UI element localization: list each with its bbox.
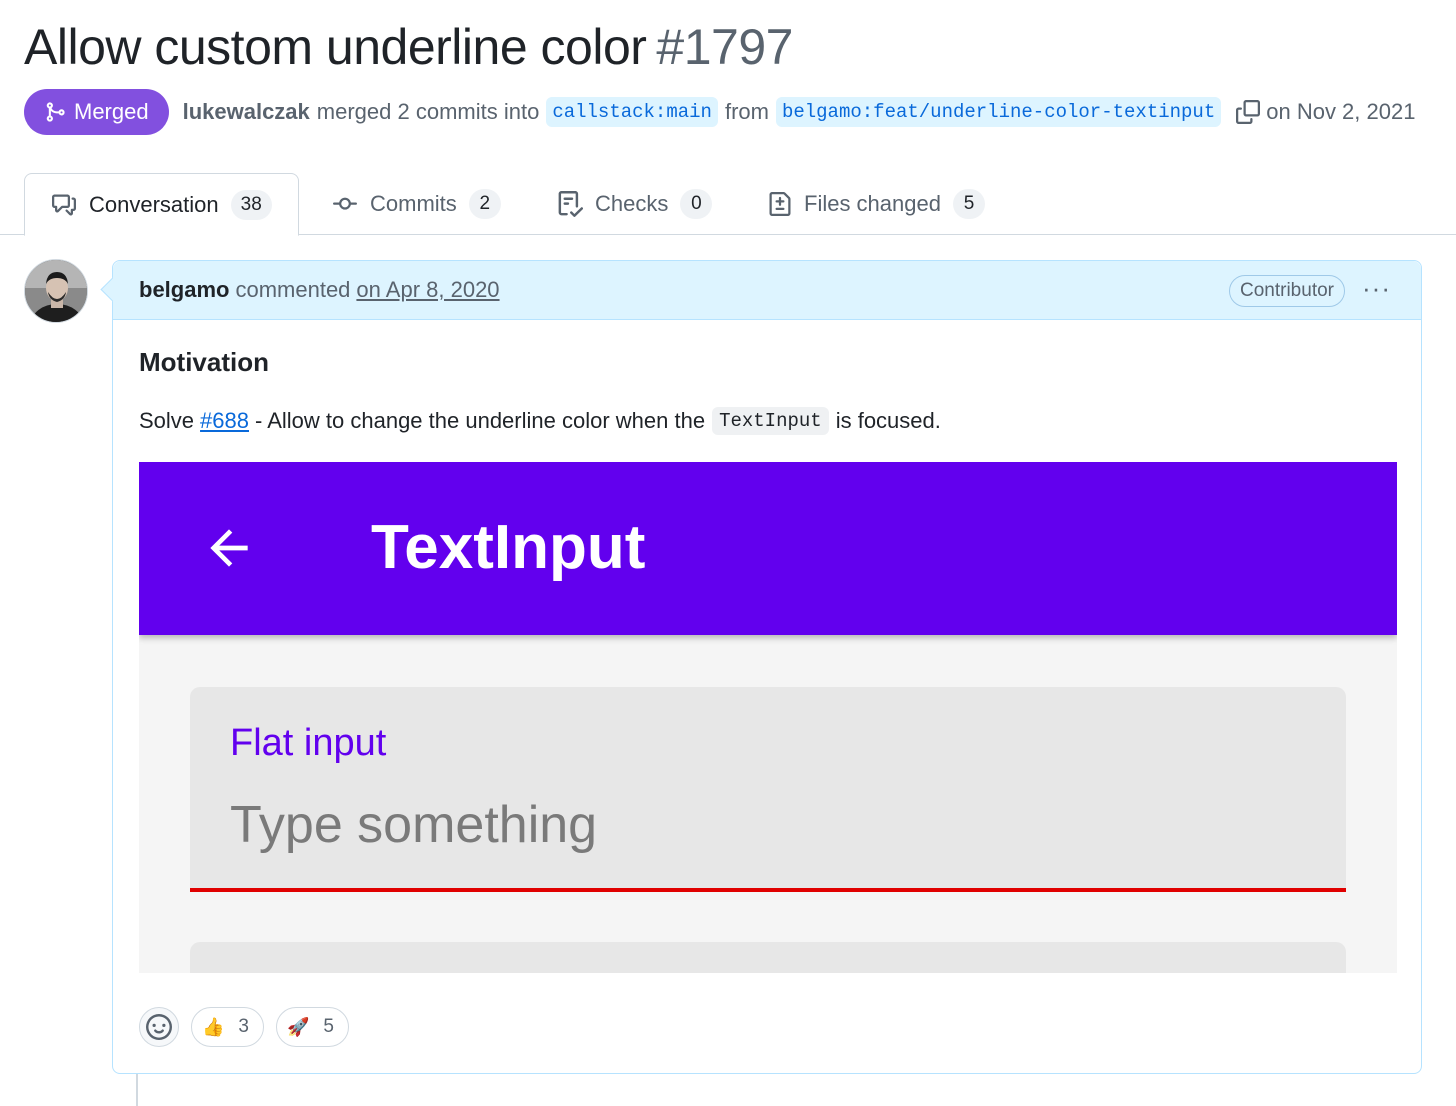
comment-action: commented <box>235 277 351 302</box>
add-reaction-button[interactable] <box>139 1007 179 1047</box>
body-mid: - Allow to change the underline color wh… <box>255 408 706 433</box>
base-branch[interactable]: callstack:main <box>546 97 718 127</box>
contributor-badge: Contributor <box>1229 275 1345 307</box>
comment-date-link[interactable]: on Apr 8, 2020 <box>356 277 499 303</box>
flat-input-label: Flat input <box>230 722 387 764</box>
body-prefix: Solve <box>139 408 195 433</box>
tab-conversation-count: 38 <box>230 189 272 220</box>
timeline-line <box>136 1074 138 1106</box>
flat-input-placeholder: Type something <box>230 796 598 854</box>
reaction-rocket-button[interactable]: 🚀 5 <box>276 1007 349 1047</box>
app-title: TextInput <box>371 513 646 582</box>
checklist-icon <box>557 191 583 217</box>
issue-link[interactable]: #688 <box>200 408 249 434</box>
tab-checks[interactable]: Checks 0 <box>557 173 713 235</box>
second-input-field <box>190 942 1346 973</box>
pr-number: #1797 <box>656 19 793 75</box>
tab-conversation[interactable]: Conversation 38 <box>24 173 299 236</box>
body-suffix: is focused. <box>835 408 941 433</box>
rocket-icon: 🚀 <box>287 1016 310 1037</box>
comment-header: belgamo commented on Apr 8, 2020 Contrib… <box>113 261 1421 320</box>
tab-commits-label: Commits <box>370 191 457 216</box>
reactions-bar: 👍 3 🚀 5 <box>139 1007 355 1047</box>
merged-text: merged 2 commits into <box>316 99 540 124</box>
pr-meta: Merged lukewalczak merged 2 commits into… <box>24 89 1415 135</box>
reaction-rocket-count: 5 <box>323 1016 334 1037</box>
reaction-thumbs-up-button[interactable]: 👍 3 <box>191 1007 264 1047</box>
comment-discussion-icon <box>51 193 77 217</box>
tab-files-changed-count: 5 <box>952 189 985 219</box>
tab-files-changed-label: Files changed <box>804 191 941 216</box>
file-diff-icon <box>768 191 792 217</box>
smiley-icon <box>146 1014 172 1040</box>
comment-box: belgamo commented on Apr 8, 2020 Contrib… <box>112 260 1422 1074</box>
tab-checks-label: Checks <box>595 191 669 216</box>
merged-status-badge: Merged <box>24 89 169 135</box>
thumbs-up-icon: 👍 <box>202 1016 225 1037</box>
from-text: from <box>724 99 769 124</box>
tab-checks-count: 0 <box>680 189 713 219</box>
app-bar: TextInput <box>139 462 1397 635</box>
tab-commits-count: 2 <box>468 189 501 219</box>
reaction-thumbs-up-count: 3 <box>238 1016 249 1037</box>
comment-body-text: Solve #688 - Allow to change the underli… <box>139 407 941 435</box>
avatar[interactable] <box>24 259 88 323</box>
tab-commits[interactable]: Commits 2 <box>332 173 501 235</box>
inline-code: TextInput <box>712 407 829 435</box>
merged-label: Merged <box>74 99 149 124</box>
pr-title: Allow custom underline color #1797 <box>24 18 793 76</box>
comment-author-link[interactable]: belgamo <box>139 277 229 303</box>
pr-author-link[interactable]: lukewalczak <box>183 99 310 125</box>
flat-input-underline <box>190 888 1346 892</box>
comment-heading: Motivation <box>139 347 269 377</box>
head-branch[interactable]: belgamo:feat/underline-color-textinput <box>775 97 1222 127</box>
git-merge-icon <box>46 102 65 122</box>
embedded-screenshot[interactable]: TextInput Flat input Type something <box>139 462 1397 973</box>
tab-conversation-label: Conversation <box>89 191 219 217</box>
pr-title-text: Allow custom underline color <box>24 19 647 75</box>
pr-tabs: Conversation 38 Commits 2 Checks 0 Files… <box>0 173 1456 236</box>
arrow-back-icon <box>201 520 257 581</box>
copy-icon[interactable] <box>1236 100 1261 124</box>
flat-input-field: Flat input Type something <box>190 687 1346 892</box>
git-commit-icon <box>332 192 358 216</box>
tab-files-changed[interactable]: Files changed 5 <box>768 173 985 235</box>
kebab-menu-icon[interactable]: ··· <box>1362 273 1391 304</box>
merge-date: on Nov 2, 2021 <box>1266 99 1416 124</box>
